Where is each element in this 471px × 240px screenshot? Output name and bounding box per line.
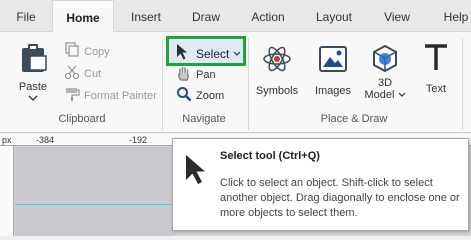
pan-label: Pan	[196, 68, 216, 81]
paste-label: Paste	[18, 81, 48, 93]
tab-draw[interactable]: Draw	[184, 0, 228, 32]
copy-label: Copy	[84, 45, 110, 58]
tab-file[interactable]: File	[8, 0, 44, 32]
cube-icon	[369, 42, 401, 77]
group-divider	[162, 38, 163, 130]
ruler-unit: px	[2, 135, 12, 145]
select-button[interactable]: Select	[166, 36, 246, 66]
text-button[interactable]: Text	[418, 42, 454, 95]
cut-button[interactable]: Cut	[64, 64, 101, 83]
group-divider	[248, 38, 249, 130]
zoom-button[interactable]: Zoom	[176, 86, 224, 105]
atom-icon	[262, 44, 292, 77]
ruler-tick-label: -384	[36, 135, 55, 145]
image-icon	[318, 44, 348, 77]
ribbon: Paste Copy Cut Format Painter Clipboard …	[0, 32, 471, 133]
guide-line	[15, 204, 175, 205]
magnifier-icon	[176, 86, 192, 105]
chevron-down-icon	[233, 48, 241, 60]
text-label: Text	[425, 83, 447, 95]
clipboard-icon	[18, 42, 48, 77]
vertical-ruler	[0, 146, 14, 236]
paintbrush-icon	[64, 86, 80, 105]
format-painter-label: Format Painter	[84, 89, 157, 102]
images-button[interactable]: Images	[312, 44, 354, 97]
3d-model-label-line1: 3D	[377, 77, 393, 89]
group-label-navigate: Navigate	[182, 113, 226, 125]
tooltip-body: Click to select an object. Shift-click t…	[220, 177, 460, 219]
page-sheet	[15, 147, 175, 236]
3d-model-label-line2: Model	[362, 89, 408, 101]
tab-action[interactable]: Action	[244, 0, 292, 32]
select-tool-tooltip: Select tool (Ctrl+Q) Click to select an …	[172, 138, 469, 231]
zoom-label: Zoom	[196, 89, 225, 102]
tab-layout[interactable]: Layout	[310, 0, 358, 32]
menu-bar: File Home Insert Draw Action Layout View…	[0, 0, 471, 33]
select-label: Select	[196, 46, 230, 61]
chevron-down-icon	[398, 89, 406, 101]
3d-model-label-text: Model	[364, 89, 395, 101]
tab-insert[interactable]: Insert	[122, 0, 170, 32]
format-painter-button[interactable]: Format Painter	[64, 86, 157, 105]
tooltip-title: Select tool (Ctrl+Q)	[220, 150, 320, 162]
scissors-icon	[64, 64, 80, 83]
symbols-button[interactable]: Symbols	[254, 44, 300, 97]
arrow-pointer-icon	[183, 153, 213, 190]
tab-help[interactable]: Help	[436, 0, 471, 32]
arrow-pointer-icon	[175, 43, 191, 64]
3d-model-button[interactable]: 3D Model	[362, 42, 408, 101]
hand-icon	[176, 65, 192, 84]
paste-button[interactable]: Paste	[12, 42, 54, 105]
tab-home[interactable]: Home	[52, 0, 114, 33]
tab-view[interactable]: View	[376, 0, 418, 32]
group-label-clipboard: Clipboard	[58, 113, 106, 125]
copy-icon	[64, 42, 80, 61]
images-label: Images	[314, 85, 352, 97]
cut-label: Cut	[84, 67, 102, 80]
group-divider	[462, 38, 463, 130]
text-t-icon	[422, 42, 450, 77]
group-label-place-draw: Place & Draw	[320, 113, 388, 125]
pan-button[interactable]: Pan	[176, 65, 216, 84]
copy-button[interactable]: Copy	[64, 42, 110, 61]
chevron-down-icon	[28, 93, 38, 105]
symbols-label: Symbols	[255, 85, 299, 97]
ruler-tick-label: -192	[129, 135, 148, 145]
